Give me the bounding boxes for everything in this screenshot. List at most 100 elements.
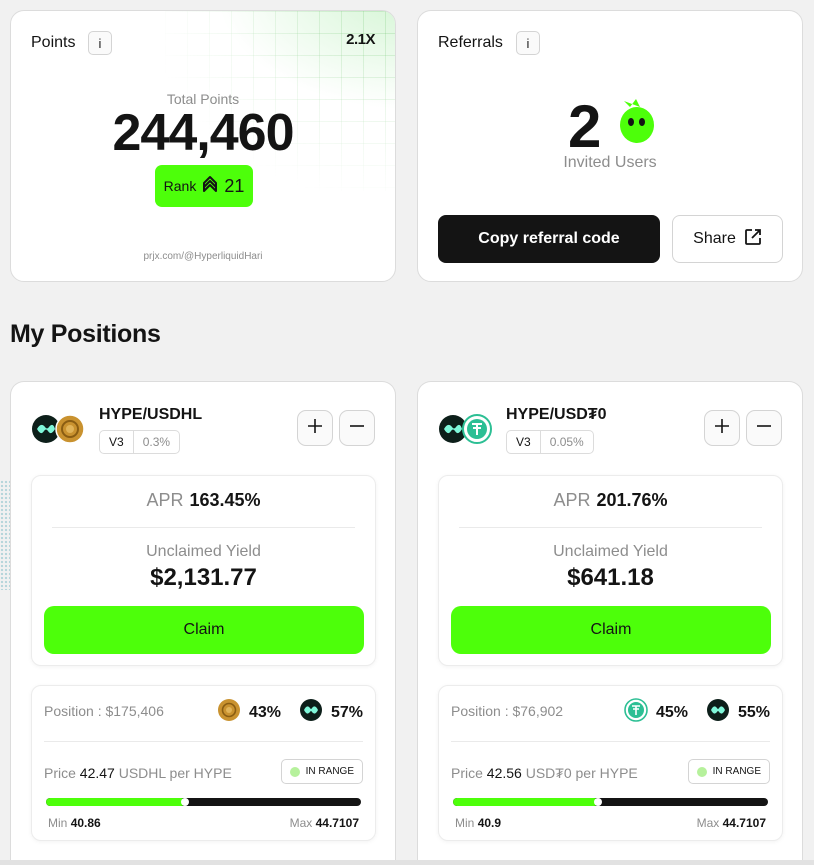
points-multiplier: 2.1X: [346, 31, 375, 48]
my-positions-title: My Positions: [10, 320, 161, 348]
price-unit: USD₮0 per HYPE: [525, 765, 638, 781]
price-label: Price: [451, 765, 483, 781]
pair-icons: [438, 414, 498, 444]
price-value: 42.47: [79, 765, 115, 781]
divider: [451, 741, 770, 742]
apr-label: APR: [553, 490, 591, 510]
range-bar-fill: [453, 798, 598, 806]
apr-label: APR: [146, 490, 184, 510]
points-info-button[interactable]: i: [88, 31, 112, 55]
token-a-share: 45%: [655, 703, 688, 721]
token-shares: 45% 55%: [624, 698, 770, 727]
invited-count: 2: [568, 93, 602, 160]
range-min: Min 40.86: [48, 816, 101, 830]
min-label: Min: [455, 816, 475, 830]
pool-tags: V3 0.05%: [506, 430, 594, 454]
token-shares: 43% 57%: [217, 698, 363, 727]
status-dot: [696, 766, 707, 777]
yield-panel: APR 201.76% Unclaimed Yield $641.18 Claim: [438, 475, 783, 666]
decorative-dots: [0, 480, 10, 590]
minus-icon: [756, 418, 772, 439]
referrals-card: Referrals i 2 Invited Users Copy referra…: [417, 10, 803, 282]
range-bar-fill: [46, 798, 185, 806]
hype-token-icon: [706, 698, 730, 727]
share-button[interactable]: Share: [672, 215, 783, 263]
unclaimed-yield-value: $2,131.77: [150, 564, 257, 591]
range-bar: [46, 798, 361, 806]
position-value: Position : $76,902: [451, 703, 564, 719]
price-row: Price 42.56 USD₮0 per HYPE: [451, 765, 638, 781]
range-status-badge: IN RANGE: [687, 759, 770, 784]
mascot-icon: [616, 95, 658, 145]
min-label: Min: [48, 816, 68, 830]
add-liquidity-button[interactable]: [297, 410, 333, 446]
price-value: 42.56: [486, 765, 522, 781]
add-liquidity-button[interactable]: [704, 410, 740, 446]
range-bar: [453, 798, 768, 806]
divider: [52, 527, 355, 528]
range-status: IN RANGE: [305, 766, 354, 777]
min-value: 40.86: [70, 816, 101, 830]
referrals-info-button[interactable]: i: [516, 31, 540, 55]
share-label: Share: [693, 230, 736, 247]
apr-value: 163.45%: [189, 490, 261, 510]
range-bar-knob: [180, 798, 189, 806]
claim-button[interactable]: Claim: [451, 606, 771, 654]
position-card: HYPE/USDHL V3 0.3% APR 163.45% Unclaimed …: [10, 381, 396, 865]
remove-liquidity-button[interactable]: [339, 410, 375, 446]
total-points-value: 244,460: [112, 104, 295, 162]
unclaimed-yield-label: Unclaimed Yield: [553, 543, 668, 560]
price-unit: USDHL per HYPE: [118, 765, 232, 781]
rank-value: 21: [224, 175, 245, 196]
rank-chevrons-icon: [202, 175, 218, 198]
token-a-share: 43%: [248, 703, 281, 721]
max-value: 44.7107: [722, 816, 766, 830]
position-card: HYPE/USD₮0 V3 0.05% APR 201.76% Unclaimed…: [417, 381, 803, 865]
pair-name: HYPE/USDHL: [99, 406, 203, 423]
remove-liquidity-button[interactable]: [746, 410, 782, 446]
token-b-share: 55%: [737, 703, 770, 721]
profile-link[interactable]: prjx.com/@HyperliquidHari: [11, 251, 395, 262]
token-b-share: 57%: [330, 703, 363, 721]
rank-badge: Rank 21: [155, 165, 253, 207]
price-row: Price 42.47 USDHL per HYPE: [44, 765, 232, 781]
window-bottom-edge: [0, 860, 814, 865]
apr-value: 201.76%: [596, 490, 668, 510]
usdt0-token-icon: [624, 698, 648, 727]
plus-icon: [307, 418, 323, 439]
range-panel: Position : $76,902 45% 55% Price 42.56 U…: [438, 685, 783, 841]
max-label: Max: [289, 816, 313, 830]
pair-icons: [31, 414, 91, 444]
claim-button[interactable]: Claim: [44, 606, 364, 654]
usdhl-token-icon: [217, 698, 241, 727]
plus-icon: [714, 418, 730, 439]
referrals-title: Referrals: [438, 34, 503, 51]
rank-label: Rank: [163, 178, 197, 194]
max-value: 44.7107: [315, 816, 359, 830]
minus-icon: [349, 418, 365, 439]
fee-tag: 0.05%: [540, 430, 594, 454]
range-panel: Position : $175,406 43% 57% Price 42.47 …: [31, 685, 376, 841]
divider: [459, 527, 762, 528]
invited-users-label: Invited Users: [563, 154, 657, 171]
range-status: IN RANGE: [712, 766, 761, 777]
unclaimed-yield-label: Unclaimed Yield: [146, 543, 261, 560]
divider: [44, 741, 363, 742]
apr-row: APR 163.45%: [32, 490, 375, 511]
external-link-icon: [744, 228, 762, 251]
pool-tags: V3 0.3%: [99, 430, 181, 454]
unclaimed-yield-value: $641.18: [567, 564, 654, 591]
points-card: Points i 2.1X Total Points 244,460 Rank …: [10, 10, 396, 282]
range-bar-knob: [593, 798, 602, 806]
range-min: Min 40.9: [455, 816, 501, 830]
points-title: Points: [31, 34, 76, 51]
position-value: Position : $175,406: [44, 703, 164, 719]
pair-name: HYPE/USD₮0: [506, 406, 607, 423]
copy-referral-code-button[interactable]: Copy referral code: [438, 215, 660, 263]
version-tag: V3: [506, 430, 541, 454]
hype-token-icon: [299, 698, 323, 727]
range-status-badge: IN RANGE: [280, 759, 363, 784]
fee-tag: 0.3%: [133, 430, 181, 454]
min-value: 40.9: [477, 816, 502, 830]
price-label: Price: [44, 765, 76, 781]
